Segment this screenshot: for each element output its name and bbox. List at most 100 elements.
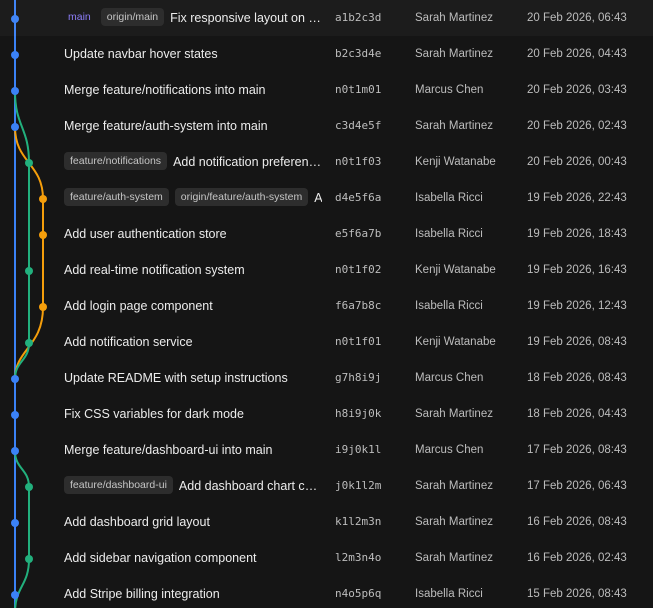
commit-row[interactable]: Merge feature/auth-system into main c3d4e…: [0, 108, 653, 144]
commit-hash[interactable]: l2m3n4o: [335, 540, 381, 576]
commit-author: Marcus Chen: [415, 444, 484, 456]
commit-date: 16 Feb 2026, 08:43: [527, 516, 627, 528]
commit-row[interactable]: feature/dashboard-ui Add dashboard chart …: [0, 468, 653, 504]
commit-author: Sarah Martinez: [415, 516, 493, 528]
commit-message-cell: Add sidebar navigation component: [64, 540, 322, 576]
commit-row[interactable]: Add sidebar navigation component l2m3n4o S…: [0, 540, 653, 576]
commit-row[interactable]: Add dashboard grid layout k1l2m3n Sarah Ma…: [0, 504, 653, 540]
commit-hash[interactable]: e5f6a7b: [335, 216, 381, 252]
commit-message: Add user authentication flow: [314, 191, 322, 205]
commit-hash[interactable]: f6a7b8c: [335, 288, 381, 324]
remote-branch-badge[interactable]: origin/main: [100, 8, 165, 26]
commit-hash[interactable]: j0k1l2m: [335, 468, 381, 504]
commit-author: Sarah Martinez: [415, 12, 493, 24]
commit-hash[interactable]: g7h8i9j: [335, 360, 381, 396]
commit-message: Add user authentication store: [64, 227, 227, 241]
commit-author: Sarah Martinez: [415, 480, 493, 492]
commit-message-cell: feature/dashboard-ui Add dashboard chart …: [64, 468, 322, 504]
commit-message-cell: Update README with setup instructions: [64, 360, 322, 396]
commit-log: main origin/main Fix responsive layout on …: [0, 0, 653, 608]
commit-date: 15 Feb 2026, 08:43: [527, 588, 627, 600]
commit-message-cell: Add user authentication store: [64, 216, 322, 252]
commit-row[interactable]: Add user authentication store e5f6a7b Isab…: [0, 216, 653, 252]
commit-message: Add notification preferences: [173, 155, 322, 169]
commit-author: Isabella Ricci: [415, 300, 483, 312]
commit-message: Update README with setup instructions: [64, 371, 288, 385]
branch-badge[interactable]: feature/dashboard-ui: [64, 476, 173, 494]
commit-message-cell: Merge feature/dashboard-ui into main: [64, 432, 322, 468]
commit-date: 20 Feb 2026, 00:43: [527, 156, 627, 168]
commit-message: Add dashboard chart components: [178, 479, 322, 493]
commit-hash[interactable]: i9j0k1l: [335, 432, 381, 468]
commit-date: 19 Feb 2026, 18:43: [527, 228, 627, 240]
commit-message: Merge feature/notifications into main: [64, 83, 266, 97]
commit-message-cell: Add notification service: [64, 324, 322, 360]
commit-hash[interactable]: b2c3d4e: [335, 36, 381, 72]
commit-date: 20 Feb 2026, 02:43: [527, 120, 627, 132]
commit-hash[interactable]: n0t1f03: [335, 144, 381, 180]
commit-date: 20 Feb 2026, 06:43: [527, 12, 627, 24]
commit-hash[interactable]: n0t1m01: [335, 72, 381, 108]
commit-author: Kenji Watanabe: [415, 336, 496, 348]
commit-message: Add login page component: [64, 299, 213, 313]
commit-message: Update navbar hover states: [64, 47, 218, 61]
commit-author: Isabella Ricci: [415, 228, 483, 240]
commit-message-cell: Add real-time notification system: [64, 252, 322, 288]
commit-hash[interactable]: n0t1f01: [335, 324, 381, 360]
commit-date: 19 Feb 2026, 22:43: [527, 192, 627, 204]
head-branch-label[interactable]: main: [64, 8, 95, 26]
commit-list: main origin/main Fix responsive layout on …: [0, 0, 653, 608]
commit-message-cell: Fix CSS variables for dark mode: [64, 396, 322, 432]
commit-message-cell: Merge feature/auth-system into main: [64, 108, 322, 144]
commit-date: 20 Feb 2026, 04:43: [527, 48, 627, 60]
commit-author: Isabella Ricci: [415, 588, 483, 600]
commit-date: 19 Feb 2026, 08:43: [527, 336, 627, 348]
commit-date: 17 Feb 2026, 08:43: [527, 444, 627, 456]
commit-hash[interactable]: k1l2m3n: [335, 504, 381, 540]
commit-message-cell: Add dashboard grid layout: [64, 504, 322, 540]
commit-row[interactable]: Update README with setup instructions g7h…: [0, 360, 653, 396]
commit-row[interactable]: Update navbar hover states b2c3d4e Sarah M…: [0, 36, 653, 72]
commit-hash[interactable]: d4e5f6a: [335, 180, 381, 216]
commit-hash[interactable]: n4o5p6q: [335, 576, 381, 608]
commit-message: Add sidebar navigation component: [64, 551, 257, 565]
commit-author: Sarah Martinez: [415, 552, 493, 564]
commit-author: Kenji Watanabe: [415, 264, 496, 276]
commit-author: Marcus Chen: [415, 372, 484, 384]
branch-badge[interactable]: feature/notifications: [64, 152, 168, 170]
commit-message: Fix responsive layout on mobile: [170, 11, 322, 25]
commit-date: 19 Feb 2026, 16:43: [527, 264, 627, 276]
commit-message-cell: feature/notifications Add notification pr…: [64, 144, 322, 180]
commit-row[interactable]: Fix CSS variables for dark mode h8i9j0k Sa…: [0, 396, 653, 432]
commit-hash[interactable]: n0t1f02: [335, 252, 381, 288]
commit-author: Sarah Martinez: [415, 48, 493, 60]
commit-message: Add Stripe billing integration: [64, 587, 220, 601]
branch-badge[interactable]: feature/auth-system: [64, 188, 169, 206]
commit-author: Sarah Martinez: [415, 408, 493, 420]
commit-row[interactable]: feature/notifications Add notification pr…: [0, 144, 653, 180]
commit-message: Add dashboard grid layout: [64, 515, 210, 529]
commit-date: 19 Feb 2026, 12:43: [527, 300, 627, 312]
commit-row[interactable]: main origin/main Fix responsive layout on …: [0, 0, 653, 36]
commit-author: Marcus Chen: [415, 84, 484, 96]
commit-row[interactable]: Add login page component f6a7b8c Isabella …: [0, 288, 653, 324]
commit-message-cell: Add Stripe billing integration: [64, 576, 322, 608]
commit-message-cell: main origin/main Fix responsive layout on …: [64, 0, 322, 36]
commit-message-cell: Add login page component: [64, 288, 322, 324]
commit-row[interactable]: feature/auth-system origin/feature/auth-s…: [0, 180, 653, 216]
commit-author: Isabella Ricci: [415, 192, 483, 204]
commit-message: Add real-time notification system: [64, 263, 245, 277]
remote-branch-badge[interactable]: origin/feature/auth-system: [174, 188, 309, 206]
commit-message: Fix CSS variables for dark mode: [64, 407, 244, 421]
commit-message-cell: feature/auth-system origin/feature/auth-s…: [64, 180, 322, 216]
commit-row[interactable]: Merge feature/dashboard-ui into main i9j0…: [0, 432, 653, 468]
commit-row[interactable]: Add real-time notification system n0t1f02…: [0, 252, 653, 288]
commit-row[interactable]: Merge feature/notifications into main n0t…: [0, 72, 653, 108]
commit-date: 18 Feb 2026, 08:43: [527, 372, 627, 384]
commit-row[interactable]: Add notification service n0t1f01 Kenji Wat…: [0, 324, 653, 360]
commit-message-cell: Merge feature/notifications into main: [64, 72, 322, 108]
commit-hash[interactable]: a1b2c3d: [335, 0, 381, 36]
commit-hash[interactable]: c3d4e5f: [335, 108, 381, 144]
commit-hash[interactable]: h8i9j0k: [335, 396, 381, 432]
commit-row[interactable]: Add Stripe billing integration n4o5p6q Isa…: [0, 576, 653, 608]
